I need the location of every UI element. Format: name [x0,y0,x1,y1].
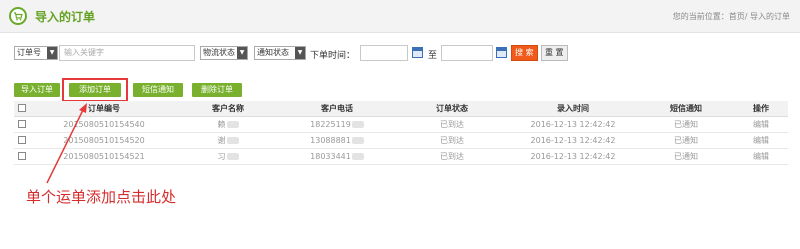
annotation-arrow [46,103,87,184]
annotation-text: 单个运单添加点击此处 [26,188,177,206]
page: 导入的订单 您的当前位置：首页/ 导入的订单 订单号 ▼ 输入关键字 物流状态 … [0,0,800,249]
